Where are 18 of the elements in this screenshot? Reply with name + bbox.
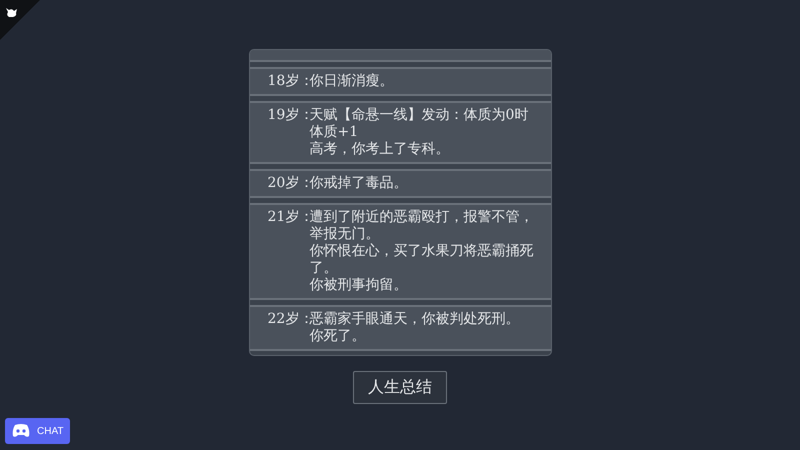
chat-button[interactable]: CHAT <box>5 418 70 444</box>
event-text: 天赋【命悬一线】发动：体质为0时体质+1 <box>310 107 530 141</box>
event-text: 你戒掉了毒品。 <box>310 175 408 192</box>
event-text: 恶霸家手眼通天，你被判处死刑。 <box>310 311 520 328</box>
summary-button[interactable]: 人生总结 <box>353 371 447 404</box>
event-text: 你死了。 <box>310 328 366 345</box>
age-label: 21岁： <box>268 209 310 226</box>
controller-icon <box>11 424 31 438</box>
age-label: 22岁： <box>268 311 310 329</box>
age-label: 20岁： <box>268 175 310 192</box>
age-label: 19岁： <box>268 107 310 124</box>
event-text: 遭到了附近的恶霸殴打，报警不管，举报无门。 <box>310 209 534 243</box>
event-text: 你日渐消瘦。 <box>310 73 394 90</box>
cat-icon <box>5 6 19 18</box>
event-text: 你被刑事拘留。 <box>310 277 408 294</box>
event-text: 你怀恨在心，买了水果刀将恶霸捅死了。 <box>310 243 534 277</box>
event-text: 高考，你考上了专科。 <box>310 141 450 158</box>
age-label: 18岁： <box>268 73 310 90</box>
